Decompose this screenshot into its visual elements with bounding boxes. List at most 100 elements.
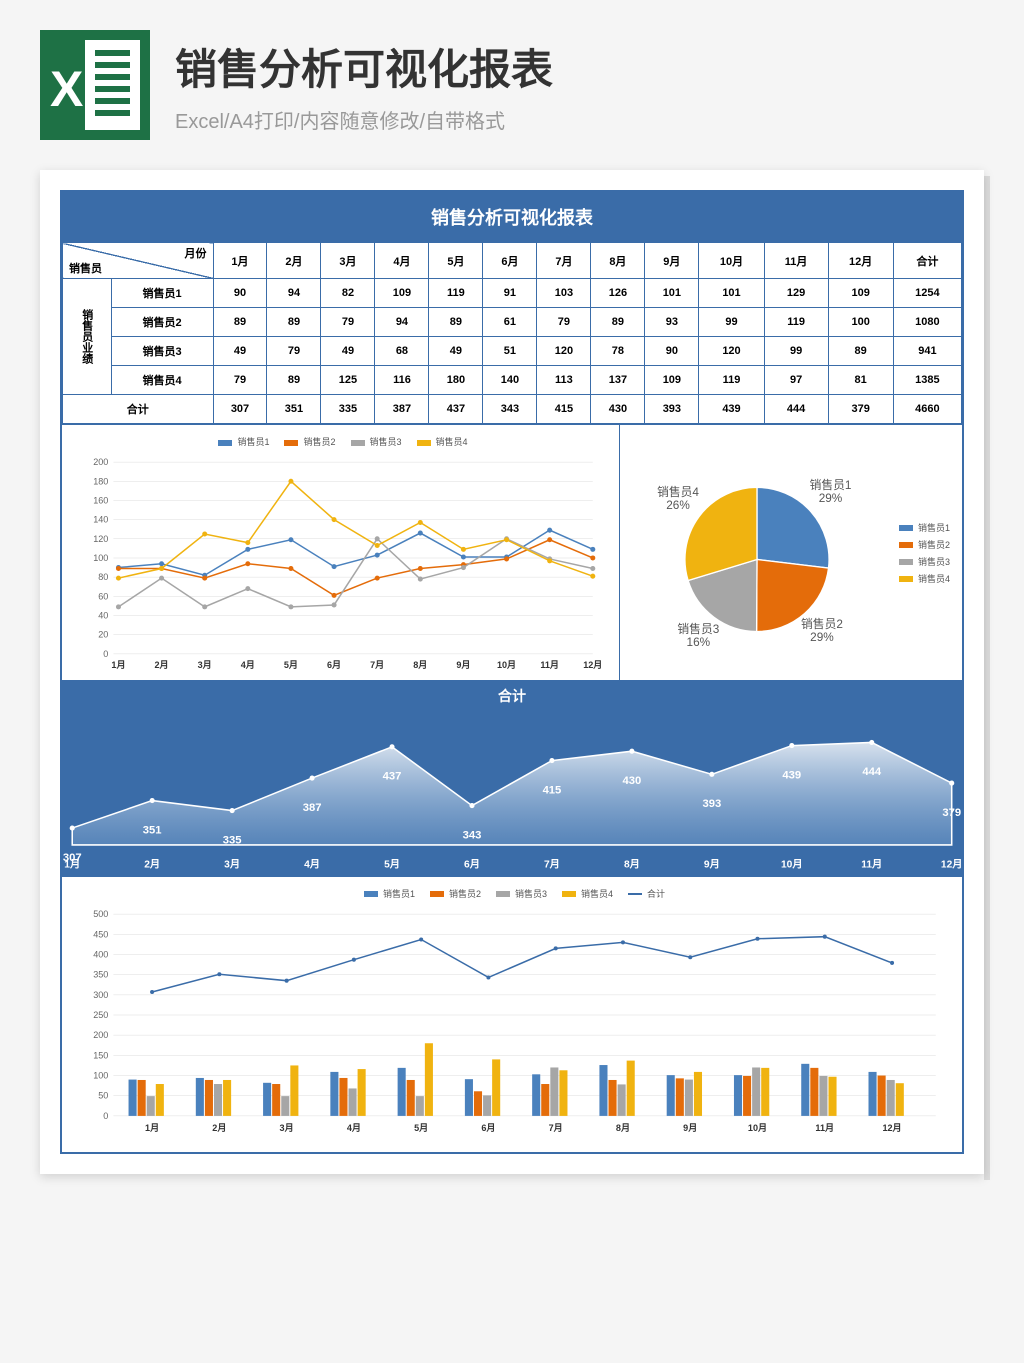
report-title: 销售分析可视化报表: [62, 192, 962, 242]
svg-text:300: 300: [93, 989, 108, 999]
row-header: 销售员1: [111, 279, 213, 308]
cell: 89: [213, 308, 267, 337]
data-table: 月份 销售员 1月 2月 3月 4月 5月 6月 7月 8月 9月 10月 11…: [62, 242, 962, 424]
cell: 89: [267, 366, 321, 395]
svg-text:50: 50: [98, 1090, 108, 1100]
svg-text:10月: 10月: [497, 660, 516, 670]
line-legend: 销售员1销售员2销售员3销售员4: [68, 431, 613, 452]
col-header: 3月: [321, 243, 375, 279]
col-header: 8月: [591, 243, 645, 279]
col-header: 11月: [764, 243, 828, 279]
svg-text:8月: 8月: [624, 858, 640, 870]
cell: 79: [213, 366, 267, 395]
cell: 180: [429, 366, 483, 395]
svg-text:437: 437: [383, 771, 402, 783]
svg-text:16%: 16%: [687, 636, 711, 649]
cell: 109: [375, 279, 429, 308]
svg-text:11月: 11月: [861, 858, 882, 870]
combo-chart: 销售员1销售员2销售员3销售员4合计 050100150200250300350…: [62, 876, 962, 1152]
svg-text:1月: 1月: [111, 660, 125, 670]
svg-text:2月: 2月: [212, 1123, 226, 1133]
col-total: 439: [699, 395, 764, 424]
cell: 79: [537, 308, 591, 337]
cell: 129: [764, 279, 828, 308]
cell: 103: [537, 279, 591, 308]
cell: 99: [764, 337, 828, 366]
row-total: 1080: [893, 308, 961, 337]
cell: 90: [645, 337, 699, 366]
row-header: 销售员3: [111, 337, 213, 366]
svg-text:3月: 3月: [280, 1123, 294, 1133]
col-total: 393: [645, 395, 699, 424]
svg-text:销售员2: 销售员2: [801, 617, 843, 631]
col-total: 379: [828, 395, 893, 424]
pie-legend: 销售员1销售员2销售员3销售员4: [888, 515, 956, 591]
cell: 94: [267, 279, 321, 308]
cell: 119: [429, 279, 483, 308]
cell: 49: [321, 337, 375, 366]
cell: 89: [828, 337, 893, 366]
col-header: 5月: [429, 243, 483, 279]
svg-text:5月: 5月: [384, 858, 400, 870]
svg-text:415: 415: [543, 784, 562, 796]
pie-chart: 销售员129%销售员229%销售员316%销售员426% 销售员1销售员2销售员…: [620, 425, 962, 680]
excel-icon: X: [40, 30, 150, 140]
cell: 49: [213, 337, 267, 366]
cell: 91: [483, 279, 537, 308]
svg-text:8月: 8月: [413, 660, 427, 670]
cell: 81: [828, 366, 893, 395]
svg-text:100: 100: [93, 553, 108, 563]
area-chart: 合计 3073513353874373434154303934394443791…: [62, 680, 962, 876]
svg-text:439: 439: [782, 769, 801, 781]
svg-text:6月: 6月: [327, 660, 341, 670]
svg-text:430: 430: [623, 775, 642, 787]
cell: 90: [213, 279, 267, 308]
side-label: 销售员业绩: [63, 279, 112, 395]
col-header: 9月: [645, 243, 699, 279]
col-total: 415: [537, 395, 591, 424]
svg-text:4月: 4月: [304, 858, 320, 870]
svg-text:444: 444: [862, 766, 881, 778]
cell: 89: [429, 308, 483, 337]
cell: 109: [645, 366, 699, 395]
svg-text:9月: 9月: [683, 1123, 697, 1133]
svg-text:0: 0: [103, 649, 108, 659]
svg-text:7月: 7月: [549, 1123, 563, 1133]
col-total: 437: [429, 395, 483, 424]
svg-text:29%: 29%: [810, 631, 834, 644]
cell: 116: [375, 366, 429, 395]
total-row-label: 合计: [63, 395, 214, 424]
page-title: 销售分析可视化报表: [175, 36, 553, 97]
page-subtitle: Excel/A4打印/内容随意修改/自带格式: [175, 105, 553, 134]
svg-text:140: 140: [93, 515, 108, 525]
svg-text:387: 387: [303, 802, 322, 814]
svg-text:销售员4: 销售员4: [657, 484, 699, 498]
svg-text:5月: 5月: [284, 660, 298, 670]
cell: 93: [645, 308, 699, 337]
svg-text:120: 120: [93, 534, 108, 544]
svg-text:26%: 26%: [666, 498, 690, 511]
svg-text:20: 20: [98, 630, 108, 640]
col-header: 12月: [828, 243, 893, 279]
col-total: 444: [764, 395, 828, 424]
svg-text:2月: 2月: [144, 858, 160, 870]
svg-text:3月: 3月: [224, 858, 240, 870]
svg-text:393: 393: [702, 798, 721, 810]
combo-legend: 销售员1销售员2销售员3销售员4合计: [68, 883, 956, 904]
svg-text:销售员3: 销售员3: [677, 622, 719, 636]
svg-text:450: 450: [93, 929, 108, 939]
col-total: 351: [267, 395, 321, 424]
cell: 120: [699, 337, 764, 366]
cell: 61: [483, 308, 537, 337]
svg-text:销售员1: 销售员1: [810, 478, 852, 492]
svg-text:12月: 12月: [941, 858, 962, 870]
col-total: 387: [375, 395, 429, 424]
svg-text:29%: 29%: [819, 492, 843, 505]
svg-text:1月: 1月: [145, 1123, 159, 1133]
cell: 100: [828, 308, 893, 337]
svg-text:3月: 3月: [198, 660, 212, 670]
report-container: 销售分析可视化报表 月份 销售员 1月 2月 3月 4月 5月 6月 7月 8月…: [60, 190, 964, 1154]
svg-text:150: 150: [93, 1050, 108, 1060]
svg-text:200: 200: [93, 1030, 108, 1040]
svg-text:8月: 8月: [616, 1123, 630, 1133]
